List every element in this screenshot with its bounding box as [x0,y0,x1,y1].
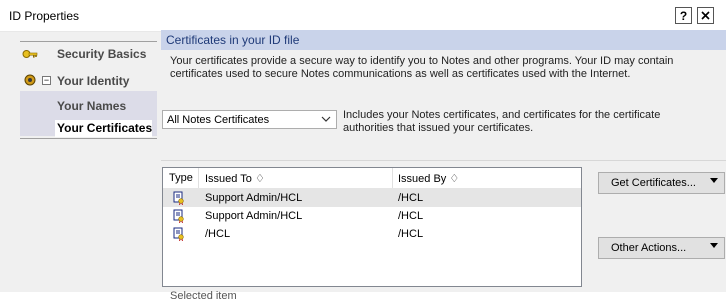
issued-by-cell: /HCL [398,210,424,222]
dialog-body: Security Basics − Your Identity Your Nam… [0,30,726,302]
table-header: Type Issued To ♢ Issued By ♢ [163,168,581,189]
get-certificates-label: Get Certificates... [611,177,696,189]
certificate-icon [173,227,184,241]
table-row[interactable]: Support Admin/HCL /HCL [163,189,581,207]
column-header-type[interactable]: Type [169,172,193,184]
title-bar: ID Properties ? [0,0,726,32]
divider [161,160,726,161]
certificate-filter-value: All Notes Certificates [167,114,270,126]
filter-description: Includes your Notes certificates, and ce… [343,109,661,134]
table-row[interactable]: /HCL /HCL [163,225,581,243]
section-title: Certificates in your ID file [166,33,300,47]
issued-to-cell: Support Admin/HCL [205,192,303,204]
chevron-down-icon [321,116,331,122]
section-description: Your certificates provide a secure way t… [170,55,674,80]
column-separator[interactable] [198,168,199,188]
get-certificates-button[interactable]: Get Certificates... [598,172,725,194]
issued-by-cell: /HCL [398,228,424,240]
window-title: ID Properties [9,9,80,23]
other-actions-button[interactable]: Other Actions... [598,237,725,259]
sidebar-item-your-certificates[interactable]: Your Certificates [55,120,153,137]
column-separator[interactable] [392,168,393,188]
key-icon [22,50,38,58]
identity-icon [24,74,36,86]
sidebar-top-divider [20,41,157,42]
collapse-toggle[interactable]: − [42,76,51,85]
sidebar-bottom-divider [20,138,157,139]
section-header: Certificates in your ID file [161,30,726,50]
table-row[interactable]: Support Admin/HCL /HCL [163,207,581,225]
dropdown-arrow-icon [710,178,718,183]
column-header-issued-by[interactable]: Issued By ♢ [398,172,459,185]
dropdown-arrow-icon [710,243,718,248]
help-button[interactable]: ? [675,7,692,24]
sidebar: Security Basics − Your Identity Your Nam… [0,32,157,292]
issued-by-cell: /HCL [398,192,424,204]
other-actions-label: Other Actions... [611,242,687,254]
certificate-icon [173,209,184,223]
sidebar-item-your-identity[interactable]: Your Identity [57,74,129,88]
main-panel: Certificates in your ID file Your certif… [161,30,726,302]
certificate-icon [173,191,184,205]
close-icon [701,11,710,20]
certificate-filter-select[interactable]: All Notes Certificates [162,110,337,129]
sidebar-item-security-basics[interactable]: Security Basics [57,47,146,61]
column-header-issued-to[interactable]: Issued To ♢ [205,172,265,185]
issued-to-cell: Support Admin/HCL [205,210,303,222]
issued-to-cell: /HCL [205,228,231,240]
sidebar-item-your-names[interactable]: Your Names [57,99,126,113]
close-button[interactable] [697,7,714,24]
certificates-table: Type Issued To ♢ Issued By ♢ Support Adm… [162,167,582,287]
